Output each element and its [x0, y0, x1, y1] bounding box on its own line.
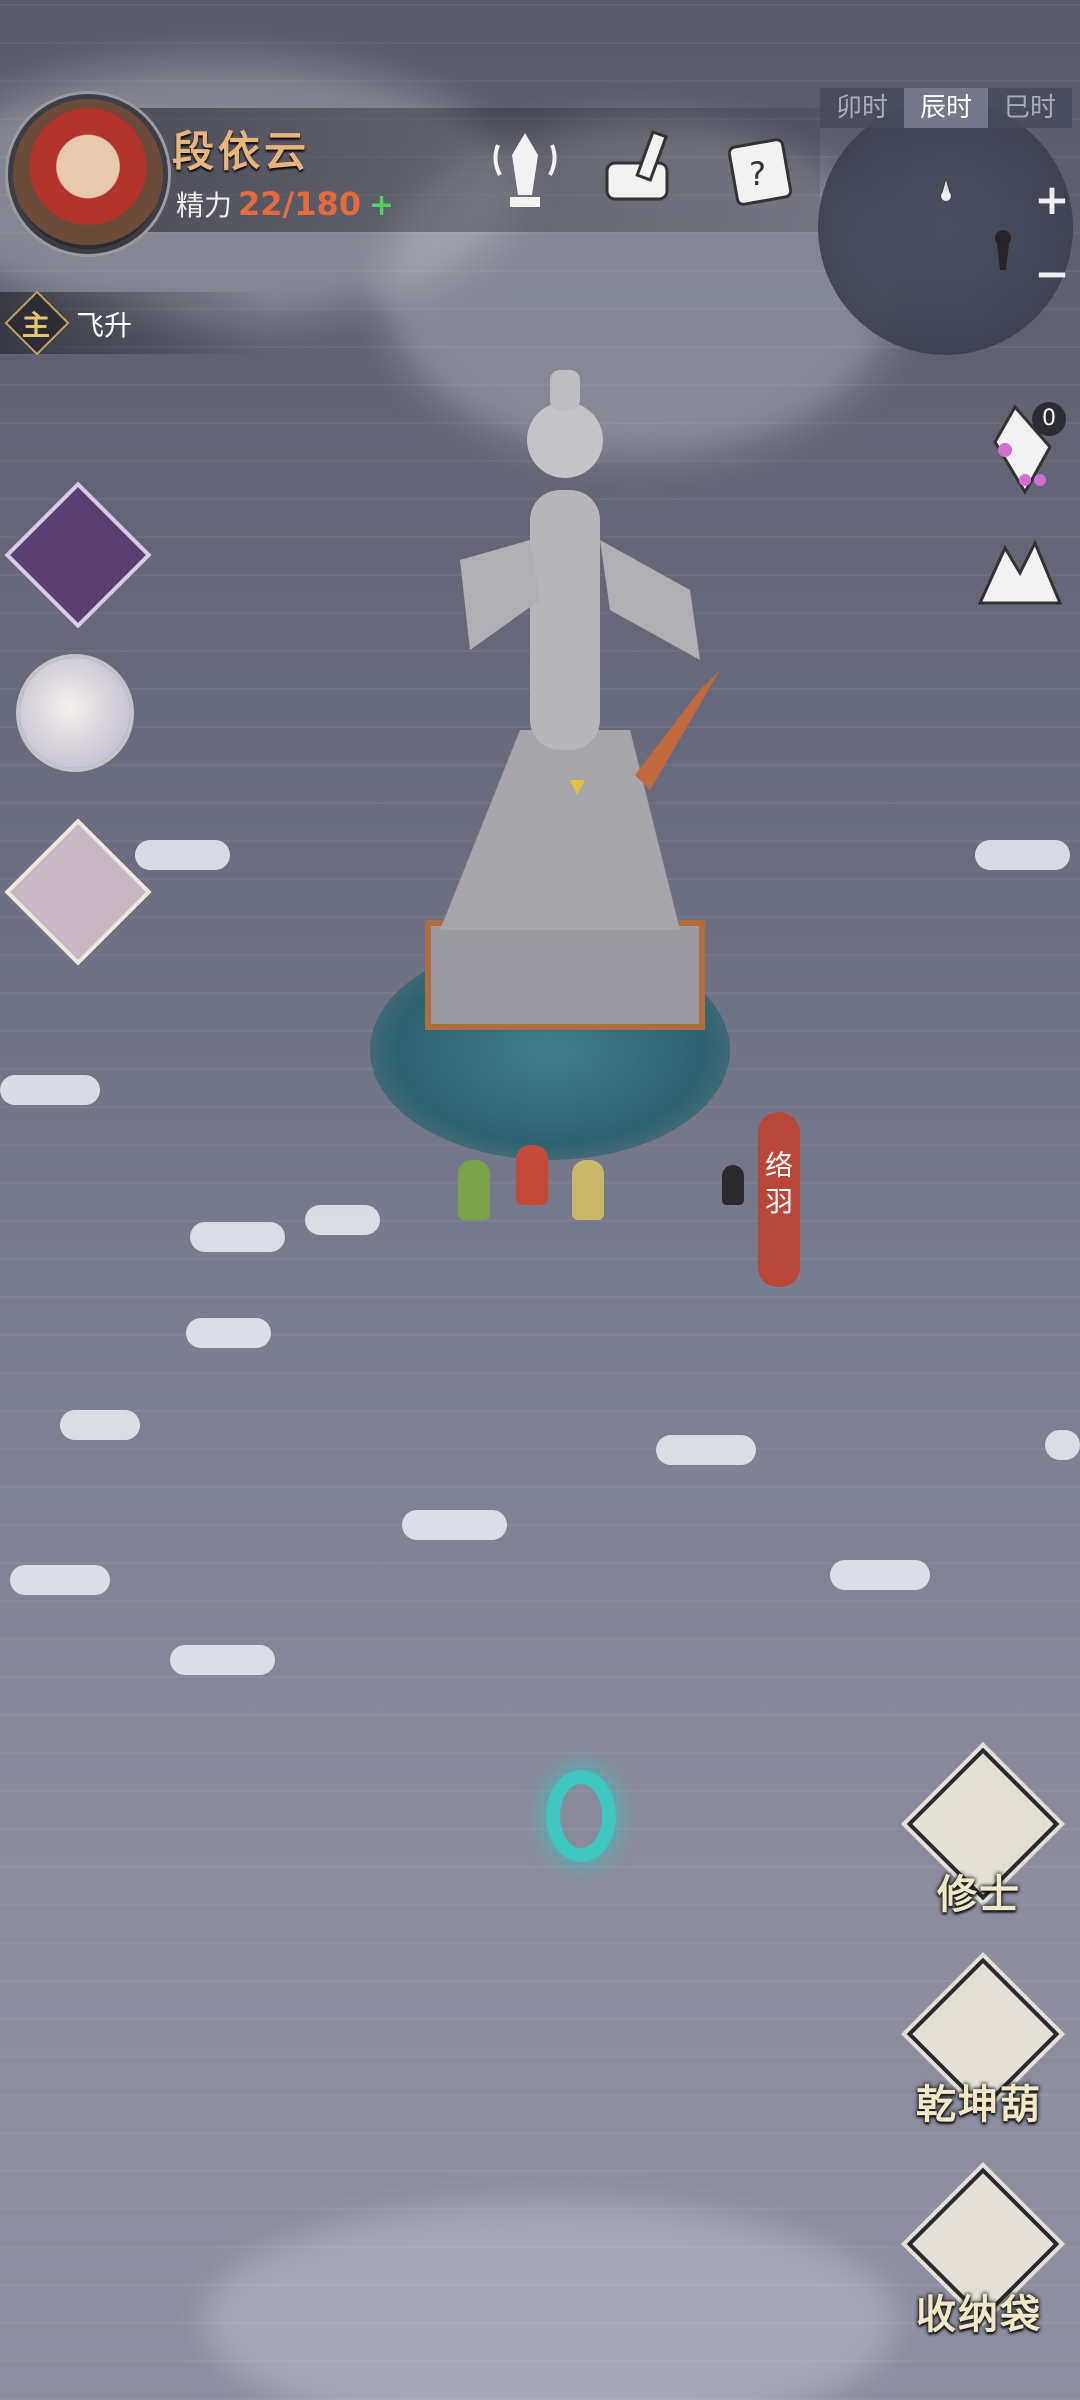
zoom-in-button[interactable]: +: [1030, 178, 1074, 222]
time-tab-active[interactable]: 辰时: [904, 88, 988, 128]
energy-label: 精力: [176, 189, 233, 222]
time-tab[interactable]: 巳时: [988, 88, 1072, 128]
mystery-scroll-icon[interactable]: ?: [715, 120, 805, 220]
storage-bag-label: 收纳袋: [916, 2292, 1042, 2338]
cloud: [656, 1435, 756, 1465]
cloud: [190, 1222, 285, 1252]
add-energy-button[interactable]: +: [369, 188, 394, 223]
energy-separator: /: [282, 185, 295, 223]
player-name: 段依云: [172, 127, 311, 176]
cloud: [305, 1205, 380, 1235]
energy-current: 22: [238, 185, 283, 223]
player-avatar[interactable]: [8, 94, 168, 254]
time-of-day-tabs: 卯时 辰时 巳时: [820, 88, 1072, 128]
cultivator-label: 修士: [937, 1872, 1021, 1918]
cloud: [186, 1318, 271, 1348]
notification-badge: 0: [1032, 402, 1066, 436]
energy-display: 精力 22/180 +: [176, 184, 394, 224]
quest-tag: 主: [21, 309, 50, 342]
party-member[interactable]: [516, 1145, 548, 1205]
cloud: [402, 1510, 507, 1540]
minimap-markers: [940, 178, 1011, 270]
cloud: [975, 840, 1070, 870]
cloud: [135, 840, 230, 870]
cloud: [60, 1410, 140, 1440]
energy-max: 180: [294, 185, 362, 223]
party-member[interactable]: [458, 1160, 490, 1220]
cloud: [1045, 1430, 1080, 1460]
cloud: [10, 1565, 110, 1595]
mountain-icon[interactable]: [975, 528, 1065, 618]
tower-marker-icon[interactable]: [480, 120, 570, 220]
cloud-spirit-icon[interactable]: [20, 658, 130, 768]
gourd-label: 乾坤葫: [916, 2082, 1042, 2128]
cloud: [830, 1560, 930, 1590]
quest-label[interactable]: 飞升: [76, 304, 132, 344]
cloud: [0, 1075, 100, 1105]
zoom-out-button[interactable]: −: [1030, 252, 1074, 296]
svg-text:?: ?: [749, 155, 766, 193]
time-tab[interactable]: 卯时: [820, 88, 904, 128]
npc-name: 络羽: [765, 1149, 794, 1218]
party-member[interactable]: [572, 1160, 604, 1220]
minimap[interactable]: [818, 100, 1073, 355]
npc-character[interactable]: [722, 1165, 744, 1205]
portal[interactable]: [546, 1770, 616, 1862]
cloud: [170, 1645, 275, 1675]
scroll-writing-icon[interactable]: [595, 120, 685, 220]
goddess-statue[interactable]: [400, 370, 730, 950]
